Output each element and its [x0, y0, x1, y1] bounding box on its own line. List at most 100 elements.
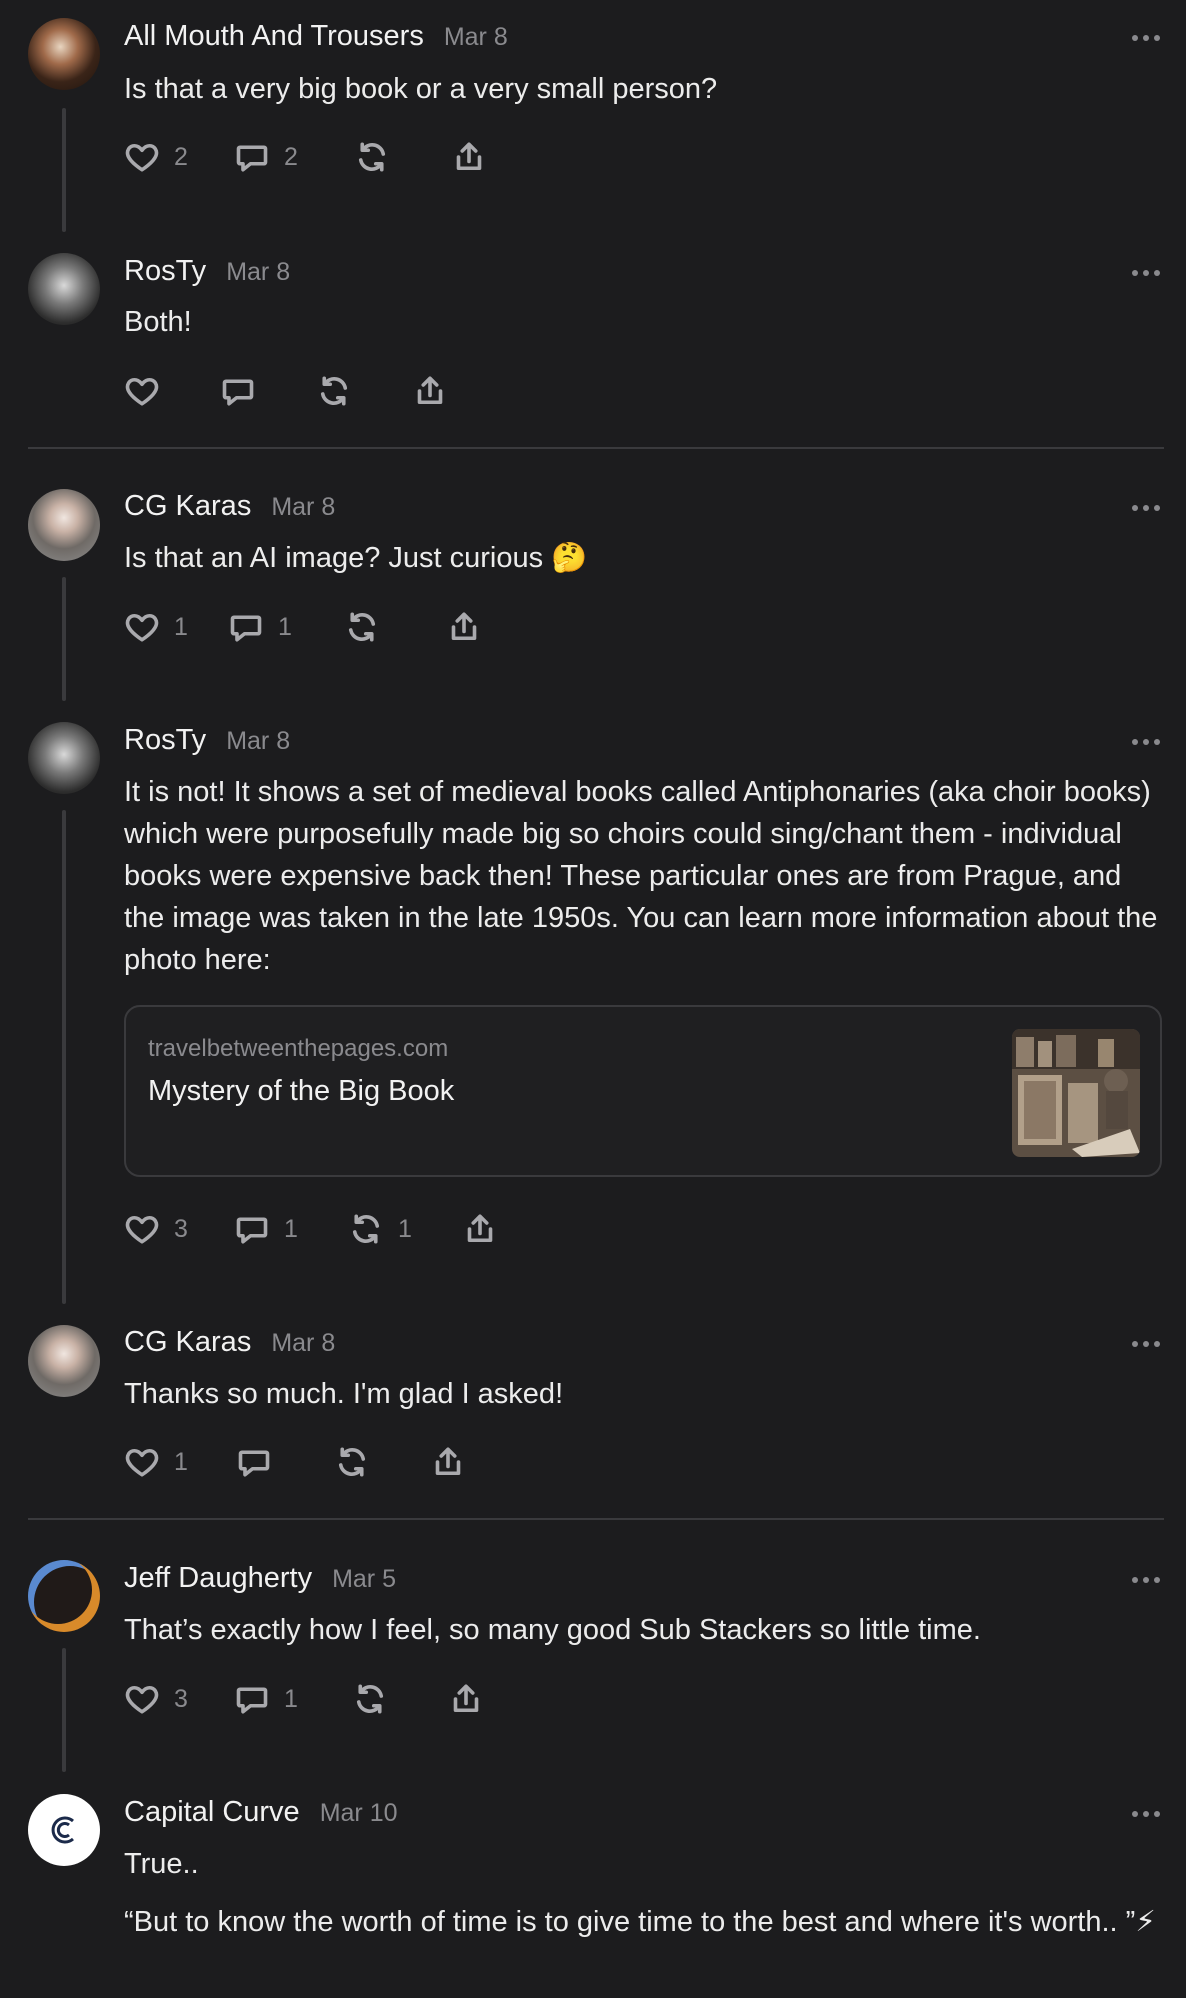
- more-dots-icon[interactable]: [1126, 1570, 1166, 1590]
- like-count: 1: [174, 612, 188, 641]
- comment-text: It is not! It shows a set of medieval bo…: [124, 776, 1158, 976]
- more-dots-icon[interactable]: [1126, 28, 1166, 48]
- restack-count: 1: [398, 1214, 412, 1243]
- share-button[interactable]: [430, 1442, 466, 1482]
- like-count: 1: [174, 1447, 188, 1476]
- avatar[interactable]: [28, 1794, 100, 1866]
- comment-date[interactable]: Mar 10: [320, 1799, 398, 1828]
- thread-line: [62, 108, 66, 232]
- avatar[interactable]: [28, 253, 100, 325]
- thread-line: [62, 577, 66, 701]
- comment-text: Thanks so much. I'm glad I asked!: [124, 1378, 564, 1410]
- share-button[interactable]: [412, 371, 448, 411]
- comment-date[interactable]: Mar 5: [332, 1565, 396, 1594]
- comment-header: Capital Curve Mar 10: [124, 1796, 398, 1829]
- heart-icon: [124, 1211, 160, 1247]
- comment-header: CG Karas Mar 8: [124, 1326, 335, 1359]
- comment-date[interactable]: Mar 8: [271, 1329, 335, 1358]
- restack-button[interactable]: [354, 137, 390, 177]
- restack-icon: [352, 1681, 388, 1717]
- link-domain: travelbetweenthepages.com: [148, 1035, 449, 1062]
- share-icon: [446, 609, 482, 645]
- comment-bubble-icon: [234, 1211, 270, 1247]
- share-button[interactable]: [462, 1209, 498, 1249]
- like-button[interactable]: 1: [124, 607, 188, 647]
- share-icon: [430, 1444, 466, 1480]
- share-icon: [462, 1211, 498, 1247]
- avatar[interactable]: [28, 489, 100, 561]
- heart-icon: [124, 609, 160, 645]
- comment-date[interactable]: Mar 8: [271, 493, 335, 522]
- restack-button[interactable]: [352, 1679, 388, 1719]
- reply-count: 1: [284, 1684, 298, 1713]
- avatar[interactable]: [28, 722, 100, 794]
- comment-text: True..: [124, 1848, 199, 1880]
- comment-header: RosTy Mar 8: [124, 724, 290, 757]
- restack-button[interactable]: [344, 607, 380, 647]
- more-dots-icon[interactable]: [1126, 498, 1166, 518]
- share-button[interactable]: [448, 1679, 484, 1719]
- avatar[interactable]: [28, 1560, 100, 1632]
- comment-header: All Mouth And Trousers Mar 8: [124, 20, 508, 53]
- like-button[interactable]: [124, 371, 160, 411]
- restack-button[interactable]: [316, 371, 352, 411]
- heart-icon: [124, 1444, 160, 1480]
- link-title: Mystery of the Big Book: [148, 1075, 455, 1107]
- author-name[interactable]: RosTy: [124, 255, 206, 288]
- comment-quote: “But to know the worth of time is to giv…: [124, 1906, 1156, 1938]
- comment-date[interactable]: Mar 8: [226, 727, 290, 756]
- comment-bubble-icon: [234, 139, 270, 175]
- restack-icon: [316, 373, 352, 409]
- author-name[interactable]: CG Karas: [124, 1326, 251, 1359]
- reply-button[interactable]: [236, 1442, 272, 1482]
- like-button[interactable]: 1: [124, 1442, 188, 1482]
- heart-icon: [124, 373, 160, 409]
- comment-header: RosTy Mar 8: [124, 255, 290, 288]
- restack-icon: [348, 1211, 384, 1247]
- more-dots-icon[interactable]: [1126, 732, 1166, 752]
- author-name[interactable]: Jeff Daugherty: [124, 1562, 312, 1595]
- comment-bubble-icon: [236, 1444, 272, 1480]
- like-button[interactable]: 3: [124, 1679, 188, 1719]
- comment-text: That’s exactly how I feel, so many good …: [124, 1614, 981, 1646]
- divider: [28, 1518, 1164, 1520]
- like-count: 3: [174, 1684, 188, 1713]
- reply-count: 1: [278, 612, 292, 641]
- divider: [28, 447, 1164, 449]
- share-icon: [451, 139, 487, 175]
- restack-button[interactable]: [334, 1442, 370, 1482]
- thread-line: [62, 1648, 66, 1772]
- restack-icon: [334, 1444, 370, 1480]
- restack-button[interactable]: 1: [348, 1209, 412, 1249]
- author-name[interactable]: All Mouth And Trousers: [124, 20, 424, 53]
- reply-button[interactable]: 1: [228, 607, 292, 647]
- comment-bubble-icon: [234, 1681, 270, 1717]
- heart-icon: [124, 139, 160, 175]
- reply-button[interactable]: 1: [234, 1209, 298, 1249]
- restack-icon: [354, 139, 390, 175]
- reply-button[interactable]: 2: [234, 137, 298, 177]
- share-icon: [448, 1681, 484, 1717]
- more-dots-icon[interactable]: [1126, 263, 1166, 283]
- comment-header: Jeff Daugherty Mar 5: [124, 1562, 396, 1595]
- share-button[interactable]: [451, 137, 487, 177]
- reply-button[interactable]: 1: [234, 1679, 298, 1719]
- like-count: 3: [174, 1214, 188, 1243]
- comment-date[interactable]: Mar 8: [444, 23, 508, 52]
- more-dots-icon[interactable]: [1126, 1334, 1166, 1354]
- like-button[interactable]: 2: [124, 137, 188, 177]
- avatar[interactable]: [28, 18, 100, 90]
- capital-curve-logo-icon: [51, 1816, 74, 1844]
- author-name[interactable]: CG Karas: [124, 490, 251, 523]
- author-name[interactable]: RosTy: [124, 724, 206, 757]
- comment-header: CG Karas Mar 8: [124, 490, 335, 523]
- comment-date[interactable]: Mar 8: [226, 258, 290, 287]
- more-dots-icon[interactable]: [1126, 1804, 1166, 1824]
- reply-button[interactable]: [220, 371, 256, 411]
- avatar[interactable]: [28, 1325, 100, 1397]
- like-button[interactable]: 3: [124, 1209, 188, 1249]
- share-icon: [412, 373, 448, 409]
- author-name[interactable]: Capital Curve: [124, 1796, 300, 1829]
- link-preview-card[interactable]: travelbetweenthepages.com Mystery of the…: [124, 1005, 1162, 1177]
- share-button[interactable]: [446, 607, 482, 647]
